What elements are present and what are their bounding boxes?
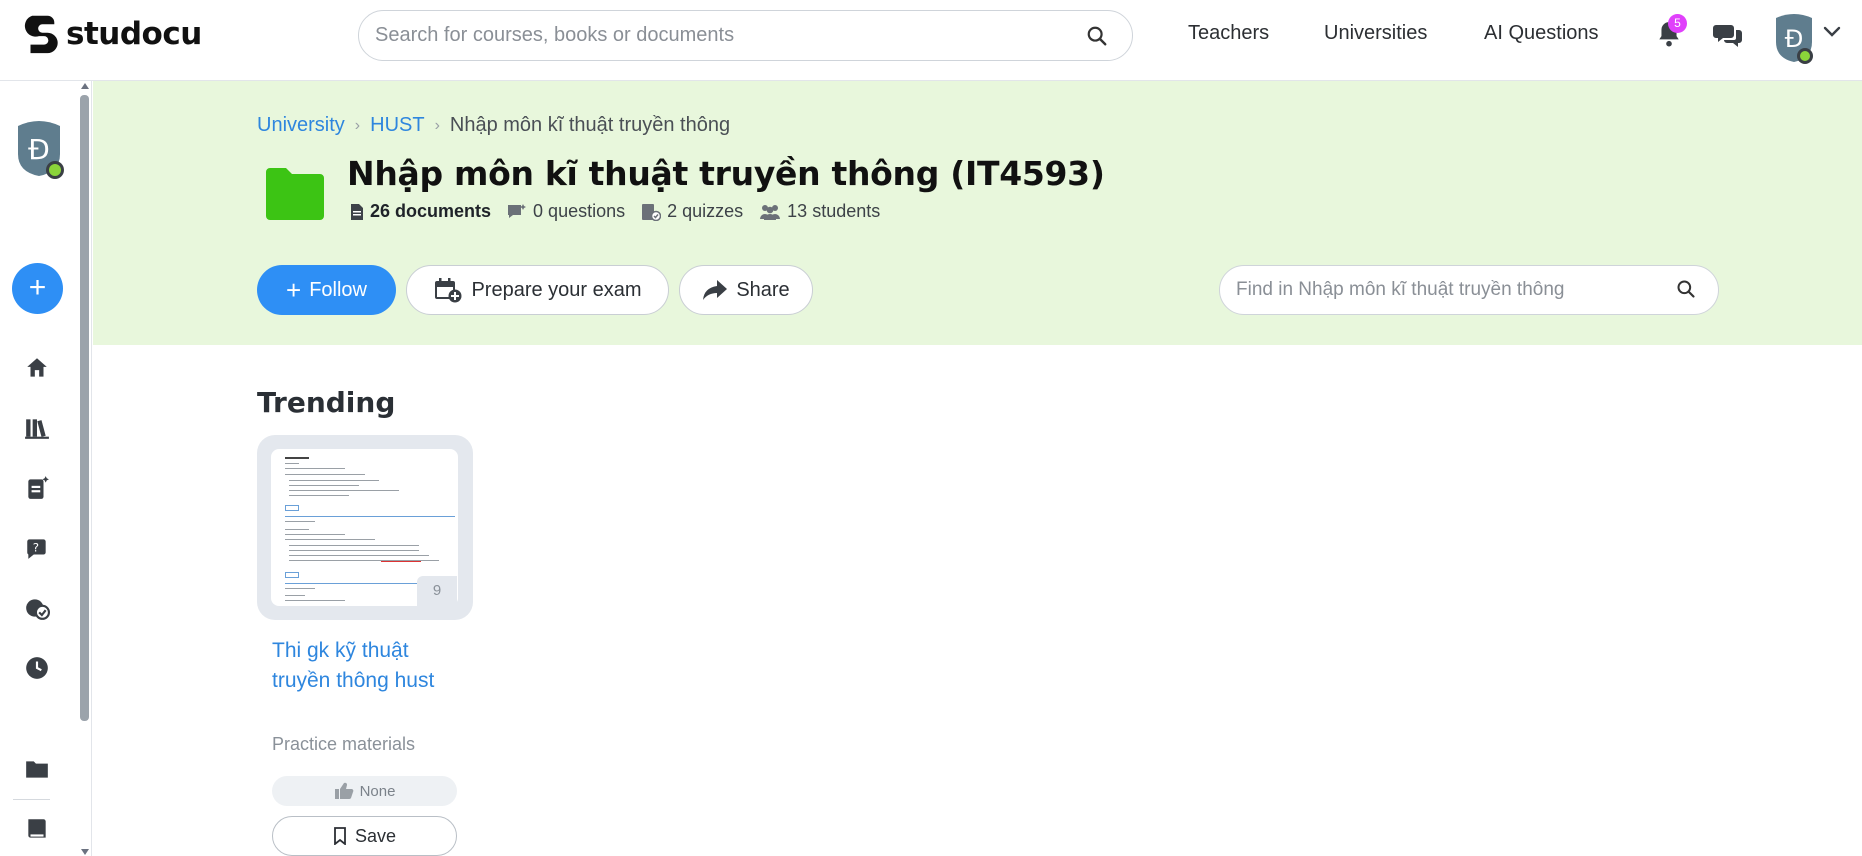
course-search-input[interactable] <box>1236 266 1666 314</box>
home-icon[interactable] <box>24 355 50 381</box>
quiz-icon[interactable] <box>24 595 50 621</box>
user-avatar[interactable]: Đ <box>1772 12 1816 71</box>
avatar-shield-icon: Đ <box>1776 14 1813 64</box>
top-bar: studocu Teachers Universities AI Questio… <box>0 0 1862 81</box>
svg-text:Đ: Đ <box>28 133 50 166</box>
follow-button[interactable]: + Follow <box>257 265 396 315</box>
stat-documents[interactable]: 26 documents <box>350 201 491 222</box>
recent-clock-icon[interactable] <box>24 655 50 681</box>
stat-quizzes[interactable]: 2 quizzes <box>641 201 743 222</box>
chevron-right-icon: › <box>434 116 440 134</box>
chat-icon[interactable] <box>1713 22 1743 48</box>
page-count-badge: 9 <box>417 576 457 606</box>
document-thumbnail[interactable]: 9 <box>257 435 473 620</box>
nav-universities[interactable]: Universities <box>1324 22 1427 45</box>
chevron-right-icon: › <box>354 116 361 134</box>
brand-name: studocu <box>66 16 202 52</box>
chevron-down-icon[interactable] <box>1823 26 1841 38</box>
create-button[interactable]: + <box>12 263 63 314</box>
course-search[interactable] <box>1219 265 1719 315</box>
prepare-exam-button[interactable]: Prepare your exam <box>406 265 669 315</box>
question-icon <box>508 203 527 218</box>
search-icon[interactable] <box>1676 279 1696 299</box>
scroll-down-arrow[interactable] <box>81 849 89 855</box>
quiz-list-icon <box>642 203 662 221</box>
studocu-logo[interactable]: studocu <box>22 14 202 54</box>
search-icon[interactable] <box>1086 25 1108 47</box>
sidebar-scrollbar[interactable] <box>80 95 89 721</box>
course-title: Nhập môn kĩ thuật truyền thông (IT4593) <box>347 154 1105 193</box>
nav-ai-questions[interactable]: AI Questions <box>1484 22 1599 45</box>
students-icon <box>760 204 781 220</box>
svg-text:Đ: Đ <box>1785 25 1804 53</box>
course-folder-icon <box>266 168 324 220</box>
thumbs-up-icon <box>334 782 353 800</box>
bookmark-icon <box>334 827 346 845</box>
calendar-add-icon <box>435 278 462 303</box>
sidebar-divider <box>13 799 50 800</box>
save-button[interactable]: Save <box>272 816 457 856</box>
search-input[interactable] <box>375 11 1075 60</box>
stat-students[interactable]: 13 students <box>759 201 880 222</box>
global-search[interactable] <box>358 10 1133 61</box>
trending-heading: Trending <box>257 386 396 419</box>
library-icon[interactable] <box>24 415 50 441</box>
breadcrumb-hust[interactable]: HUST <box>370 114 424 137</box>
notification-badge: 5 <box>1668 14 1687 33</box>
share-arrow-icon <box>703 280 728 300</box>
breadcrumb-university[interactable]: University <box>257 114 345 137</box>
avatar-shield-icon: Đ <box>18 121 64 179</box>
stat-questions[interactable]: 0 questions <box>507 201 625 222</box>
scroll-up-arrow[interactable] <box>81 83 89 89</box>
document-title-link[interactable]: Thi gk kỹ thuật truyền thông hust <box>272 636 472 696</box>
sidebar: Đ + ? <box>0 81 92 856</box>
ai-notes-icon[interactable] <box>24 475 50 501</box>
svg-text:?: ? <box>33 540 39 554</box>
document-rating[interactable]: None <box>272 776 457 806</box>
document-category: Practice materials <box>272 734 416 754</box>
ai-questions-icon[interactable]: ? <box>24 535 50 561</box>
breadcrumb: University › HUST › Nhập môn kĩ thuật tr… <box>257 114 730 137</box>
nav-teachers[interactable]: Teachers <box>1188 22 1269 45</box>
folder-icon[interactable] <box>24 756 50 782</box>
course-stats: 26 documents 0 questions 2 quizzes 13 st… <box>350 201 880 222</box>
plus-icon: + <box>286 275 302 305</box>
document-icon <box>351 203 363 220</box>
breadcrumb-current: Nhập môn kĩ thuật truyền thông <box>449 114 731 136</box>
sidebar-avatar[interactable]: Đ <box>16 118 68 185</box>
share-button[interactable]: Share <box>679 265 813 315</box>
book-icon[interactable] <box>24 816 50 842</box>
studocu-logo-icon <box>24 15 58 54</box>
